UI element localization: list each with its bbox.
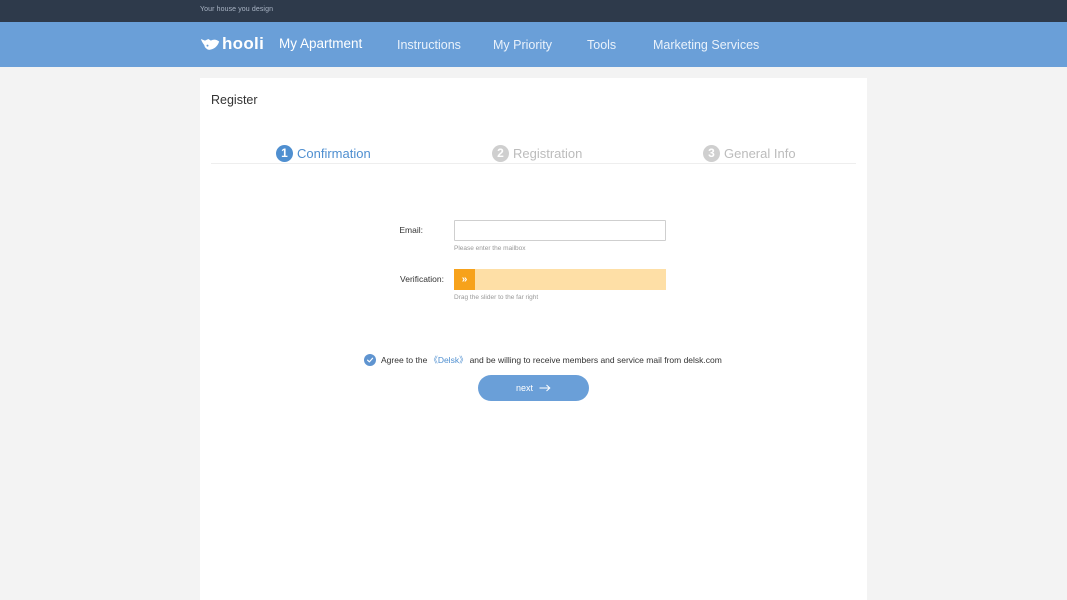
- step-label: Confirmation: [297, 145, 371, 161]
- step-registration: 2 Registration: [492, 144, 582, 162]
- main-navbar: hooli My Apartment Instructions My Prior…: [0, 22, 1067, 67]
- brand-name: hooli: [222, 34, 265, 53]
- verification-hint: Drag the slider to the far right: [454, 294, 539, 301]
- step-confirmation: 1 Confirmation: [276, 144, 371, 162]
- nav-tools[interactable]: Tools: [587, 38, 616, 52]
- step-label: General Info: [724, 145, 796, 161]
- double-chevron-right-icon: »: [461, 274, 468, 285]
- email-field[interactable]: [454, 220, 666, 241]
- step-label: Registration: [513, 145, 583, 161]
- page-title: Register: [211, 93, 258, 107]
- agree-prefix: Agree to the: [381, 355, 428, 365]
- verification-label: Verification:: [400, 274, 444, 284]
- logo[interactable]: hooli: [200, 34, 264, 54]
- slider-handle[interactable]: »: [454, 269, 475, 290]
- nav-instructions[interactable]: Instructions: [397, 38, 461, 52]
- agreement-row: Agree to the 《Delsk》 and be willing to r…: [364, 354, 722, 366]
- step-indicator: 1 Confirmation 2 Registration 3 General …: [211, 144, 856, 164]
- next-label: next: [515, 383, 533, 393]
- tagline: Your house you design: [200, 6, 274, 13]
- step-general-info: 3 General Info: [703, 144, 796, 162]
- nav-marketing-services[interactable]: Marketing Services: [653, 38, 759, 52]
- email-hint: Please enter the mailbox: [454, 245, 526, 252]
- step-number: 3: [703, 144, 720, 162]
- register-card: Register 1 Confirmation 2 Registration 3…: [200, 78, 867, 600]
- nav-my-priority[interactable]: My Priority: [493, 38, 552, 52]
- delsk-terms-link[interactable]: 《Delsk》: [429, 354, 467, 366]
- top-bar: Your house you design: [0, 0, 1067, 22]
- next-button[interactable]: next: [478, 375, 589, 401]
- arrow-right-icon: [539, 384, 551, 392]
- whale-logo-icon: [200, 39, 220, 50]
- verification-slider-track[interactable]: »: [454, 269, 666, 290]
- agree-suffix: and be willing to receive members and se…: [469, 355, 722, 365]
- agree-checkbox[interactable]: [364, 354, 376, 366]
- nav-my-apartment[interactable]: My Apartment: [279, 36, 362, 51]
- check-icon: [367, 357, 374, 363]
- step-number: 1: [276, 144, 293, 162]
- step-number: 2: [492, 144, 509, 162]
- email-label: Email:: [399, 225, 423, 235]
